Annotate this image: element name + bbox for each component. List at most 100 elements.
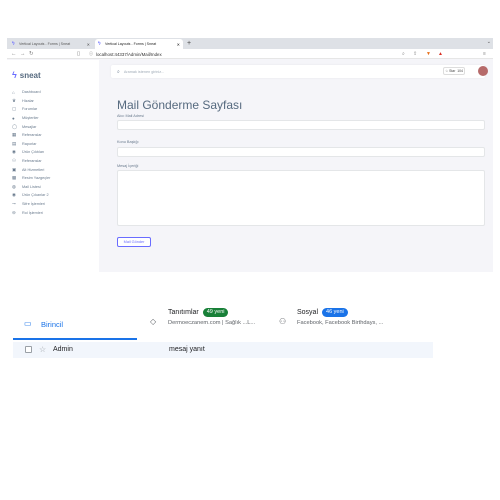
chevron-down-icon[interactable]: ⌄	[487, 39, 491, 45]
tab-social[interactable]: ⚇ Sosyal 46 yeni Facebook, Facebook Birt…	[277, 305, 457, 340]
mail-sender: Admin	[53, 346, 73, 353]
forward-arrow-icon[interactable]: →	[20, 50, 26, 58]
browser-tab-title: Vertical Layouts - Forms | Sneat	[19, 42, 71, 46]
page-title: Mail Gönderme Sayfası	[117, 98, 243, 112]
receiver-label: Alıcı Mail Adresi	[117, 114, 145, 118]
tab-primary-label: Birincil	[41, 320, 64, 329]
admin-page: ϟ sneat ⌂ Dashboard ♛ Hizalar ▢ Forumlar ● M…	[7, 60, 493, 272]
sidebar-item-label: Alt Hizmetleri	[22, 167, 45, 172]
tab-promotions-title: Tanıtımlar 49 yeni	[168, 308, 229, 317]
brand-name: sneat	[19, 70, 41, 80]
sidebar-item-urun-cikanlar-2[interactable]: ◉ Ürün Çıkanlar 2	[12, 191, 97, 200]
sidebar-item-label: Sifre İşlemleri	[22, 202, 45, 207]
avatar[interactable]	[478, 66, 488, 76]
sidebar-item-referanslar[interactable]: ▦ Referanslar	[12, 131, 97, 140]
browser-tab-2[interactable]: ϟ Vertical Layouts - Forms | Sneat ✕	[95, 39, 183, 49]
browser-tab-title: Vertical Layouts - Forms | Sneat	[105, 42, 157, 46]
warning-icon[interactable]: ▲	[438, 50, 443, 58]
sidebar-item-musteriler[interactable]: ● Müşteriler	[12, 114, 97, 123]
info-icon[interactable]: ⓘ	[89, 51, 93, 57]
tab-promotions-label: Tanıtımlar	[168, 309, 199, 316]
tab-social-label: Sosyal	[297, 309, 319, 316]
new-tab-button[interactable]: +	[187, 39, 191, 48]
screenshot-root: ϟ Vertical Layouts - Forms | Sneat ✕ ϟ V…	[0, 0, 500, 500]
sidebar-item-label: Referanslar	[22, 159, 42, 164]
tab-promotions[interactable]: ◇ Tanıtımlar 49 yeni Dermoeczanem.com | …	[148, 305, 270, 340]
message-icon: ◯	[12, 123, 18, 129]
close-icon[interactable]: ✕	[87, 42, 90, 47]
message-label: Mesaj İçeriği	[117, 164, 139, 168]
sidebar-item-mesajlar[interactable]: ◯ Mesajlar	[12, 122, 97, 131]
mail-icon: ◍	[12, 183, 16, 189]
tab-social-senders: Facebook, Facebook Birthdays, ...	[297, 320, 384, 326]
search-icon: ⌕	[117, 68, 120, 75]
sneat-favicon-icon: ϟ	[12, 40, 15, 47]
inbox-icon: ▭	[24, 319, 32, 328]
sidebar-item-mail-listesi[interactable]: ◍ Mail Listesi	[12, 183, 97, 192]
sidebar-item-label: Forumlar	[22, 107, 38, 112]
key-icon: ⊸	[12, 201, 16, 207]
back-arrow-icon[interactable]: ←	[11, 50, 17, 58]
zoom-icon[interactable]: ⌕	[402, 50, 405, 58]
brave-shield-icon[interactable]: ▼	[426, 50, 431, 58]
home-icon: ⌂	[12, 89, 15, 95]
sidebar: ϟ sneat ⌂ Dashboard ♛ Hizalar ▢ Forumlar ● M…	[7, 60, 99, 272]
sneat-logo-icon: ϟ	[12, 70, 17, 80]
file-icon: ▤	[12, 140, 17, 146]
close-icon[interactable]: ✕	[177, 42, 180, 47]
browser-tab-1[interactable]: ϟ Vertical Layouts - Forms | Sneat ✕	[9, 39, 93, 49]
tab-social-title: Sosyal 46 yeni	[297, 308, 348, 317]
sidebar-item-label: Ürün Çıkanlar 2	[22, 193, 49, 198]
sidebar-item-label: Resim Yazgeçler	[22, 176, 51, 181]
search-bar[interactable]: ⌕ Aramak istenen giriniz...	[111, 65, 485, 78]
sidebar-item-resim[interactable]: ▩ Resim Yazgeçler	[12, 174, 97, 183]
sidebar-item-sifre[interactable]: ⊸ Sifre İşlemleri	[12, 200, 97, 209]
tab-promotions-senders: Dermoeczanem.com | Sağlık ...L...	[168, 320, 256, 326]
send-mail-button[interactable]: Mail Gönder	[117, 237, 151, 247]
tab-strip: ϟ Vertical Layouts - Forms | Sneat ✕ ϟ V…	[7, 38, 493, 49]
share-icon[interactable]: ⇪	[413, 50, 417, 58]
sidebar-item-label: Referanslar	[22, 133, 42, 138]
sidebar-item-label: Dashboard	[22, 90, 41, 95]
sidebar-item-label: Rol İşlemleri	[22, 210, 43, 215]
search-placeholder: Aramak istenen giriniz...	[123, 69, 165, 74]
sidebar-item-forumlar[interactable]: ▢ Forumlar	[12, 105, 97, 114]
sidebar-item-referanslar-2[interactable]: ⚇ Referanslar	[12, 157, 97, 166]
tag-icon: ◇	[150, 317, 157, 326]
gmail-inbox: ▭ Birincil ◇ Tanıtımlar 49 yeni Dermoecz…	[13, 305, 487, 367]
url-field[interactable]: ⓘ localhost:44337/Admin/Mail/Index	[89, 50, 449, 58]
message-textarea[interactable]	[117, 170, 485, 226]
receiver-email-field[interactable]	[117, 120, 485, 130]
sneat-favicon-icon: ϟ	[98, 40, 101, 47]
bookmark-icon[interactable]: ▯	[77, 50, 80, 58]
sidebar-item-urun-ciktilari[interactable]: ◉ Ürün Çıktıları	[12, 148, 97, 157]
menu-icon[interactable]: ≡	[483, 50, 486, 58]
sidebar-menu: ⌂ Dashboard ♛ Hizalar ▢ Forumlar ● Müşterile…	[12, 88, 97, 217]
star-button[interactable]: ☆ Star 104	[443, 67, 465, 75]
crown-icon: ♛	[12, 97, 17, 103]
sidebar-item-label: Raporlar	[22, 141, 37, 146]
sidebar-item-label: Ürün Çıktıları	[22, 150, 45, 155]
star-icon[interactable]: ☆	[39, 344, 46, 355]
lock-icon: ⊖	[12, 209, 16, 215]
tab-primary[interactable]: ▭ Birincil	[13, 305, 137, 340]
url-text: localhost:44337/Admin/Mail/Index	[96, 51, 162, 57]
sidebar-item-label: Mesajlar	[22, 124, 37, 129]
sidebar-item-label: Müşteriler	[22, 116, 39, 121]
reload-icon[interactable]: ↻	[29, 50, 34, 58]
mail-row[interactable]: ☆ Admin mesaj yanıt	[13, 342, 433, 358]
image-icon: ▩	[12, 175, 17, 181]
sidebar-item-raporlar[interactable]: ▤ Raporlar	[12, 140, 97, 149]
sidebar-item-label: Hizalar	[22, 98, 34, 103]
people-icon: ⚇	[279, 317, 287, 326]
select-checkbox[interactable]	[25, 346, 32, 353]
eye2-icon: ◉	[12, 192, 16, 198]
sidebar-item-dashboard[interactable]: ⌂ Dashboard	[12, 88, 97, 97]
eye-icon: ◉	[12, 149, 16, 155]
subject-field[interactable]	[117, 147, 485, 157]
sidebar-item-hizalar[interactable]: ♛ Hizalar	[12, 97, 97, 106]
brand[interactable]: ϟ sneat	[12, 70, 41, 80]
sidebar-item-rol[interactable]: ⊖ Rol İşlemleri	[12, 208, 97, 217]
subject-label: Konu Başlığı	[117, 140, 139, 144]
sidebar-item-alt-hizmetleri[interactable]: ▣ Alt Hizmetleri	[12, 165, 97, 174]
